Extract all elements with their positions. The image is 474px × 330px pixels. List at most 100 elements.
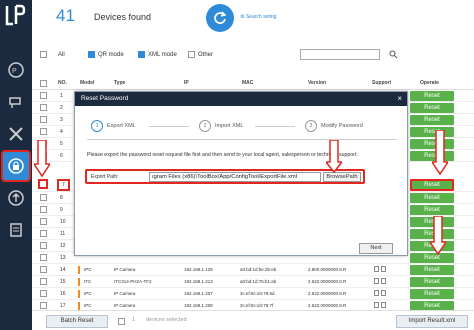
row-type: IP Camera [114,267,136,272]
export-path-input[interactable]: ıgram Files (x86)\ToolBox/App/ConfigTool… [149,172,321,182]
row-checkbox[interactable] [40,92,47,99]
export-path-row: Export Path: ıgram Files (x86)\ToolBox/A… [85,169,365,184]
row-no: 9 [60,207,63,213]
search-setting-label: Search seting [245,14,277,20]
xml-mode-checkbox[interactable] [138,51,145,58]
row-checkbox[interactable] [40,116,47,123]
reset-button[interactable]: Reset [410,91,454,101]
step-label: Modify Password [321,123,363,129]
batch-reset-button[interactable]: Batch Reset [46,315,108,328]
reset-button[interactable]: Reset [410,289,454,299]
row-ip: 192.168.1.208 [184,303,213,308]
step-number: 3 [305,120,317,132]
reset-button[interactable]: Reset [410,205,454,215]
tools-icon [9,127,23,141]
search-button[interactable] [387,49,399,60]
import-result-button[interactable]: Import Result.xml [396,315,468,328]
reset-button[interactable]: Reset [410,265,454,275]
row-ip: 192.168.1.207 [184,291,213,296]
col-type: Type [114,80,126,86]
sidebar-item-upgrade[interactable] [6,188,26,208]
row-model: IPC [84,303,92,308]
step-indicator: 1 Export XML 2 Import XML 3 Modify Passw… [87,114,397,140]
row-checkbox[interactable] [40,128,47,135]
next-button[interactable]: Next [359,243,393,254]
qr-icon [374,302,379,308]
row-no: 1 [60,93,63,99]
support-icons [374,278,386,284]
table-row[interactable]: 15 ITC ITC314-PH2A-TF2 192.168.1.213 a0:… [32,276,474,288]
device-marker [78,278,80,286]
search-icon [389,50,397,59]
row-checkbox[interactable] [40,302,47,309]
reset-button[interactable]: Reset [410,193,454,203]
reset-button[interactable]: Reset [410,103,454,113]
reset-button[interactable]: Reset [410,115,454,125]
row-mac: 3c:ef:8c:d4:78:6d [240,291,275,296]
table-row[interactable]: 16 IPC IP Camera 192.168.1.207 3c:ef:8c:… [32,288,474,300]
annotation-arrow-icon [430,216,446,256]
device-marker [78,302,80,310]
xml-icon [381,302,386,308]
reset-button[interactable]: Reset [410,277,454,287]
filter-other[interactable]: Other [188,51,213,58]
row-no: 2 [60,105,63,111]
row-checkbox[interactable] [40,206,47,213]
export-path-label: Export Path: [91,174,119,180]
devices-found-label: Devices found [94,12,152,22]
sidebar-item-reset-password[interactable] [1,150,31,182]
qr-mode-checkbox[interactable] [88,51,95,58]
step-modify-password: 3 Modify Password [305,120,363,132]
row-no: 14 [60,267,66,273]
reset-password-dialog: Reset Password × 1 Export XML 2 Import X… [74,91,408,256]
sidebar-item-documents[interactable] [6,220,26,240]
qr-mode-label: QR mode [98,51,124,58]
close-icon[interactable]: × [397,92,402,106]
row-checkbox[interactable] [40,218,47,225]
row-no: 8 [60,195,63,201]
filter-xml-mode[interactable]: XML mode [138,51,177,58]
table-row[interactable]: 14 IPC IP Camera 192.168.1.129 a0:bd:1d:… [32,264,474,276]
step-label: Import XML [215,123,244,129]
row-checkbox[interactable] [40,290,47,297]
camera-icon [9,97,21,108]
col-support: Support [372,80,392,86]
row-checkbox-checked[interactable] [38,179,48,189]
sidebar-item-ip[interactable]: P [6,60,26,80]
select-all-checkbox[interactable] [40,80,47,87]
other-label: Other [198,51,214,58]
selection-indicator [118,318,125,325]
all-label: All [58,51,65,58]
row-model: ITC [84,279,92,284]
reset-button[interactable]: Reset [410,179,454,191]
row-mac: a0:bd:1d:75:b1:ab [240,279,277,284]
sidebar-item-camera[interactable] [6,92,26,112]
device-count: 41 [56,6,75,25]
xml-icon [381,266,386,272]
row-checkbox[interactable] [40,194,47,201]
all-checkbox[interactable] [40,51,47,58]
search-input[interactable] [300,49,380,60]
row-no: 15 [60,279,66,285]
row-no: 7 [57,179,70,191]
row-checkbox[interactable] [40,230,47,237]
row-no: 12 [60,243,66,249]
annotation-arrow-icon [432,130,448,176]
row-checkbox[interactable] [40,278,47,285]
sidebar-item-tools[interactable] [6,124,26,144]
search-setting-link[interactable]: ⚙ Search seting [240,14,276,20]
row-mac: 3c:ef:8c:d4:78:7f [240,303,274,308]
refresh-button[interactable] [206,4,234,32]
row-no: 10 [60,219,66,225]
step-divider [255,126,295,127]
upload-icon [8,190,24,206]
filter-qr-mode[interactable]: QR mode [88,51,124,58]
row-checkbox[interactable] [40,266,47,273]
other-checkbox[interactable] [188,51,195,58]
row-checkbox[interactable] [40,104,47,111]
col-no: NO. [58,80,67,86]
row-checkbox[interactable] [40,242,47,249]
filter-all[interactable]: All [40,51,65,58]
step-label: Export XML [107,123,136,129]
row-checkbox[interactable] [40,254,47,261]
